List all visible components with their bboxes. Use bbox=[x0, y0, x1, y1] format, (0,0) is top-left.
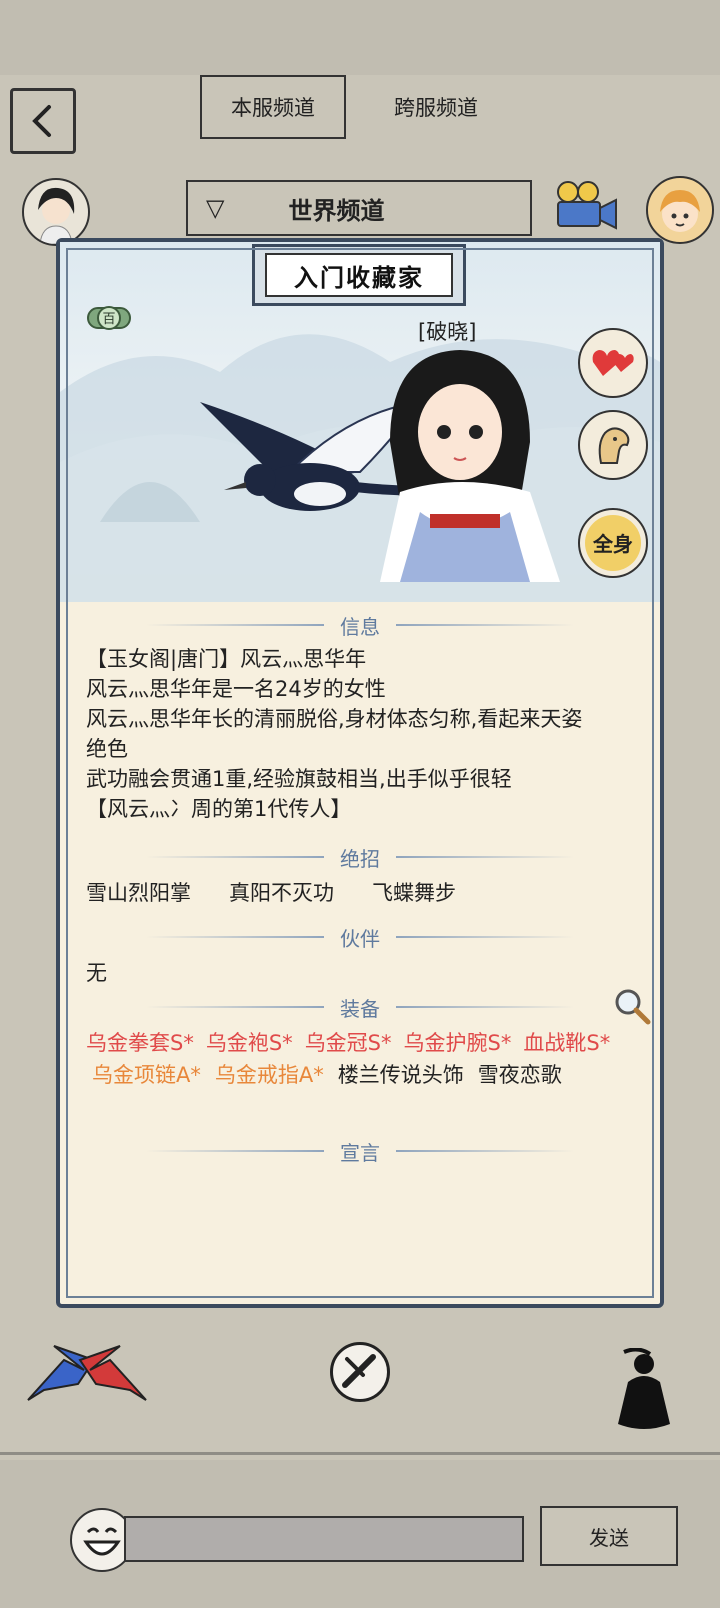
equipment-item[interactable]: 楼兰传说头饰 bbox=[338, 1060, 464, 1090]
skill-item[interactable]: 飞蝶舞步 bbox=[372, 878, 456, 908]
npc-avatar[interactable] bbox=[646, 176, 714, 244]
character-portrait-icon bbox=[38, 187, 75, 244]
info-line-age: 风云灬思华年是一名24岁的女性 bbox=[86, 677, 386, 701]
full-body-view-button[interactable]: 全身 bbox=[578, 508, 648, 578]
status-bar-area bbox=[0, 0, 720, 75]
tab-local-channel[interactable]: 本服频道 bbox=[200, 75, 346, 139]
tab-cross-server-channel[interactable]: 跨服频道 bbox=[368, 75, 504, 139]
section-heading-equipment: 装备 bbox=[130, 992, 590, 1022]
send-button[interactable]: 发送 bbox=[540, 1506, 678, 1566]
magnifier-icon[interactable] bbox=[612, 986, 652, 1030]
body-view-label: 全身 bbox=[592, 532, 633, 556]
equipment-item[interactable]: 乌金护腕S* bbox=[404, 1028, 512, 1058]
skills-list: 雪山烈阳掌 真阳不灭功 飞蝶舞步 bbox=[86, 878, 646, 908]
badge-text: 百 bbox=[102, 312, 115, 327]
character-nickname: [破晓] bbox=[418, 320, 477, 344]
challenge-button[interactable] bbox=[330, 1342, 390, 1402]
info-line-identity: 【玉女阁|唐门】风云灬思华年 bbox=[86, 647, 367, 671]
cartoon-face-icon bbox=[660, 190, 700, 232]
rank-badge: 百 bbox=[86, 302, 132, 334]
equipment-item[interactable]: 乌金袍S* bbox=[206, 1028, 293, 1058]
title-plate: 入门收藏家 bbox=[252, 244, 466, 306]
back-button[interactable] bbox=[10, 88, 76, 154]
equipment-row-2: 乌金项链A* 乌金戒指A* 楼兰传说头饰 雪夜恋歌 bbox=[92, 1060, 652, 1090]
crossed-swords-icon bbox=[342, 1354, 376, 1388]
info-line-lineage: 【风云灬冫周的第1代传人】 bbox=[86, 797, 352, 821]
meditate-button[interactable] bbox=[604, 1347, 684, 1440]
back-arrow-icon bbox=[32, 105, 51, 137]
dropdown-triangle-icon: ▽ bbox=[206, 194, 225, 222]
equipment-item[interactable]: 乌金拳套S* bbox=[86, 1028, 194, 1058]
section-heading-declaration: 宣言 bbox=[130, 1136, 590, 1166]
laughing-face-icon bbox=[83, 1527, 121, 1556]
heart-icon bbox=[592, 350, 634, 376]
body-view-icon: 全身 bbox=[585, 515, 641, 571]
duel-button[interactable] bbox=[24, 1340, 150, 1410]
equipment-item[interactable]: 乌金冠S* bbox=[305, 1028, 392, 1058]
fighters-icon bbox=[27, 1345, 147, 1401]
divider bbox=[0, 1452, 720, 1455]
like-button[interactable] bbox=[578, 328, 648, 398]
player-avatar[interactable] bbox=[22, 178, 90, 246]
skill-item[interactable]: 真阳不灭功 bbox=[229, 878, 334, 908]
section-heading-skills: 绝招 bbox=[130, 842, 590, 872]
info-line-skill-level: 武功融会贯通1重,经验旗鼓相当,出手似乎很轻 bbox=[86, 767, 512, 791]
equipment-item[interactable]: 血战靴S* bbox=[523, 1028, 610, 1058]
equipment-item[interactable]: 乌金项链A* bbox=[92, 1060, 201, 1090]
horse-icon bbox=[598, 427, 630, 464]
info-line-appearance: 风云灬思华年长的清丽脱俗,身材体态匀称,看起来天姿 bbox=[86, 707, 583, 731]
equipment-row-1: 乌金拳套S* 乌金袍S* 乌金冠S* 乌金护腕S* 血战靴S* bbox=[86, 1028, 666, 1058]
section-heading-partner: 伙伴 bbox=[130, 922, 590, 952]
channel-label: 世界频道 bbox=[288, 196, 385, 225]
hundred-badge-icon: 百 bbox=[87, 306, 131, 330]
channel-selector[interactable]: ▽ 世界频道 bbox=[186, 180, 532, 236]
equipment-item[interactable]: 乌金戒指A* bbox=[215, 1060, 324, 1090]
achievement-title: 入门收藏家 bbox=[265, 253, 453, 297]
skill-item[interactable]: 雪山烈阳掌 bbox=[86, 878, 191, 908]
info-block: 【玉女阁|唐门】风云灬思华年 风云灬思华年是一名24岁的女性 风云灬思华年长的清… bbox=[86, 644, 646, 824]
section-heading-info: 信息 bbox=[130, 610, 590, 640]
equipment-item[interactable]: 雪夜恋歌 bbox=[478, 1060, 562, 1090]
chat-input[interactable] bbox=[124, 1516, 524, 1562]
video-camera-icon[interactable] bbox=[552, 180, 622, 236]
mount-button[interactable] bbox=[578, 410, 648, 480]
info-line-appearance-cont: 绝色 bbox=[86, 737, 128, 761]
meditating-figure-icon bbox=[618, 1347, 670, 1429]
partner-value: 无 bbox=[86, 961, 107, 985]
